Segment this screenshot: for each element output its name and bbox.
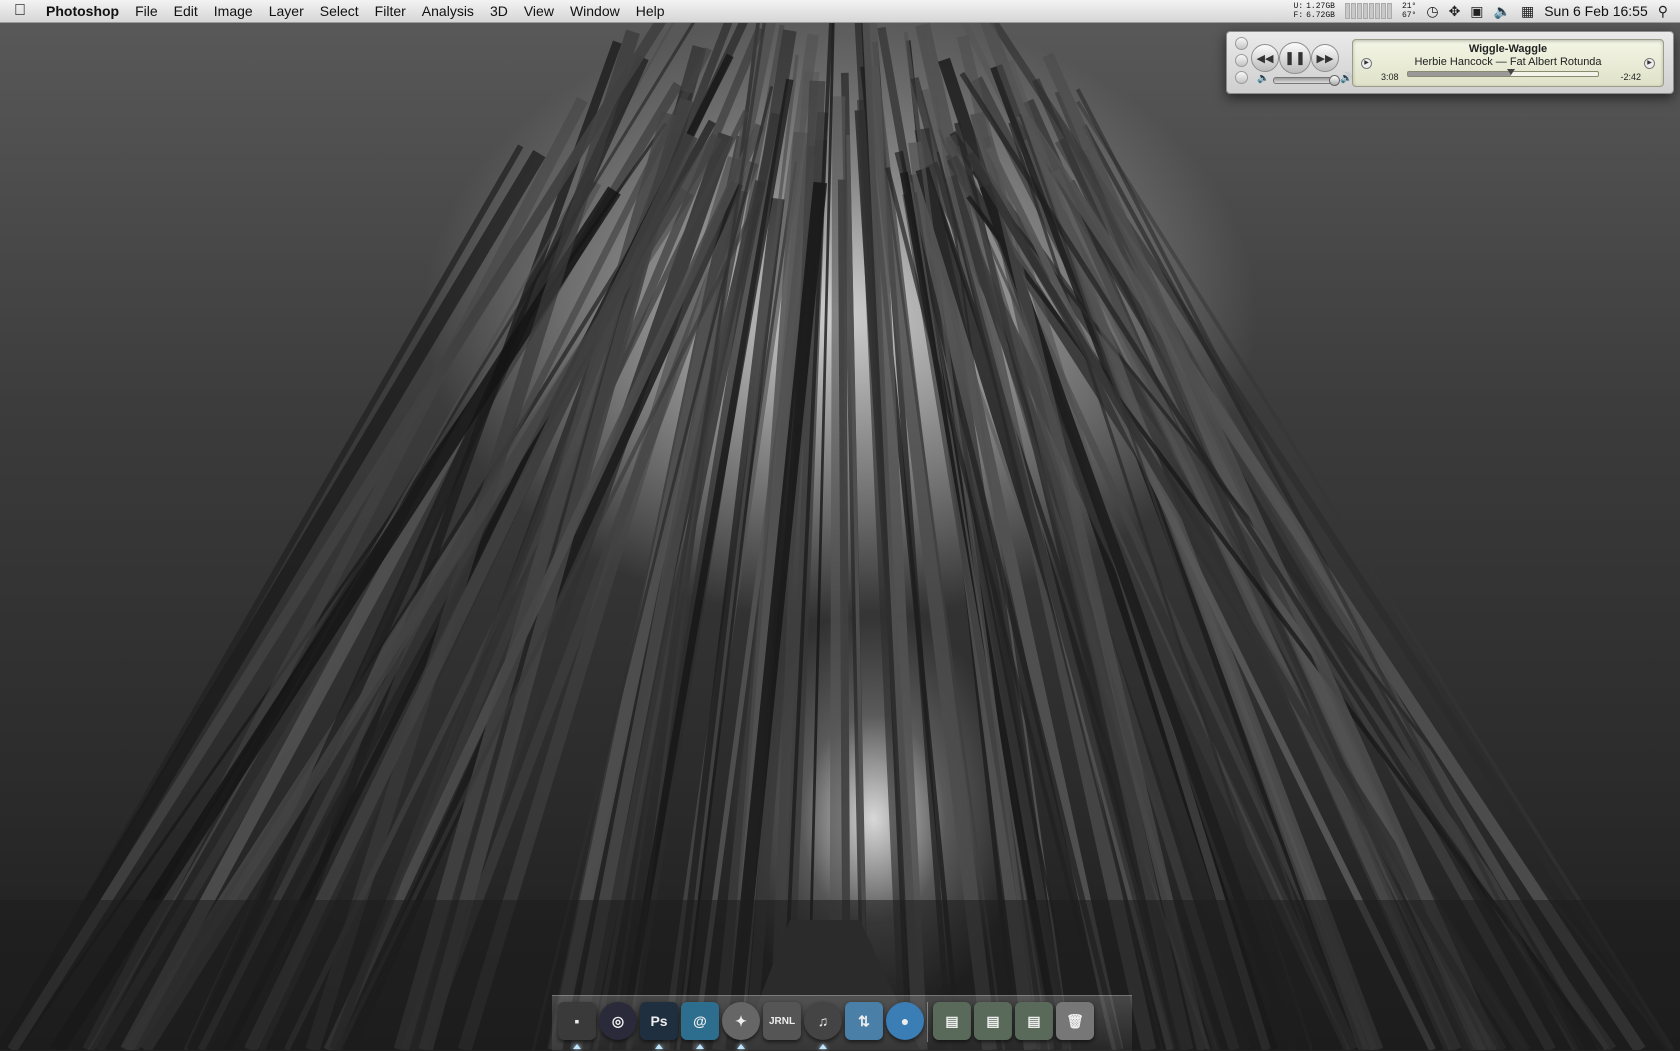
rewind-icon: ◀◀ bbox=[1256, 52, 1274, 65]
meter-bar bbox=[1356, 3, 1362, 19]
menu-extras: U: 1.27GB F: 6.72GB 21° 67° ◷ ✥ ▣ 🔈 ▦ Sun … bbox=[1294, 0, 1680, 22]
meter-bar bbox=[1374, 3, 1380, 19]
volume-slider[interactable] bbox=[1273, 75, 1340, 86]
zoom-button[interactable] bbox=[1235, 71, 1248, 84]
menu-3d[interactable]: 3D bbox=[482, 0, 516, 22]
track-artist-album: Herbie Hancock — Fat Albert Rotunda bbox=[1414, 56, 1602, 68]
activity-meter[interactable] bbox=[1344, 3, 1392, 19]
time-machine-icon[interactable]: ◷ bbox=[1426, 3, 1438, 20]
fast-forward-icon: ▶▶ bbox=[1316, 52, 1334, 65]
pause-icon: ❚❚ bbox=[1284, 50, 1306, 65]
previous-track-button[interactable]: ◀◀ bbox=[1251, 44, 1279, 72]
dock: ▪ ◎ Ps @ ✦ JRNL ♫ ⇅ ● ▤ ▤ ▤ 🗑 bbox=[552, 995, 1132, 1051]
stack-3-dock-icon[interactable]: ▤ bbox=[1015, 1002, 1053, 1040]
trash-dock-icon[interactable]: 🗑 bbox=[1056, 1002, 1094, 1040]
toggle-display-icon[interactable]: ▶ bbox=[1644, 58, 1655, 69]
mem-used-value: 1.27GB bbox=[1306, 2, 1335, 11]
finder-dock-icon[interactable]: ▪ bbox=[558, 1002, 596, 1040]
meter-bar bbox=[1380, 3, 1386, 19]
photoshop-dock-icon[interactable]: Ps bbox=[640, 1002, 678, 1040]
meter-bar bbox=[1368, 3, 1374, 19]
meter-bar bbox=[1362, 3, 1368, 19]
next-track-button[interactable]: ▶▶ bbox=[1311, 44, 1339, 72]
mem-label-used: U: bbox=[1293, 2, 1304, 11]
menu-window[interactable]: Window bbox=[562, 0, 628, 22]
menu-help[interactable]: Help bbox=[628, 0, 673, 22]
menu-view[interactable]: View bbox=[516, 0, 562, 22]
apple-icon[interactable]:  bbox=[0, 2, 40, 20]
meter-bar bbox=[1350, 3, 1356, 19]
volume-low-icon: 🔈 bbox=[1257, 73, 1270, 84]
running-indicator bbox=[655, 1044, 663, 1049]
running-indicator bbox=[696, 1044, 704, 1049]
quicktime-dock-icon[interactable]: ● bbox=[886, 1002, 924, 1040]
menu-filter[interactable]: Filter bbox=[367, 0, 414, 22]
menu-select[interactable]: Select bbox=[312, 0, 367, 22]
dropbox-icon[interactable]: ▣ bbox=[1470, 3, 1483, 20]
track-title: Wiggle-Waggle bbox=[1468, 43, 1548, 55]
menu-image[interactable]: Image bbox=[206, 0, 261, 22]
bamboo-forest-image bbox=[0, 0, 1680, 1050]
transmit-dock-icon[interactable]: ⇅ bbox=[845, 1002, 883, 1040]
running-indicator bbox=[737, 1044, 745, 1049]
calendar-icon[interactable]: ▦ bbox=[1521, 3, 1534, 20]
temp-value-2: 67° bbox=[1401, 11, 1417, 20]
spotlight-search-icon[interactable]: ⚲ bbox=[1658, 3, 1668, 20]
meter-bar bbox=[1386, 3, 1392, 19]
menu-edit[interactable]: Edit bbox=[166, 0, 206, 22]
progress-fill bbox=[1408, 72, 1511, 76]
running-indicator bbox=[573, 1044, 581, 1049]
memory-monitor[interactable]: U: 1.27GB F: 6.72GB bbox=[1294, 2, 1335, 20]
mem-free-value: 6.72GB bbox=[1306, 11, 1335, 20]
play-pause-button[interactable]: ❚❚ bbox=[1279, 42, 1311, 74]
aperture-dock-icon[interactable]: ◎ bbox=[599, 1002, 637, 1040]
menu-file[interactable]: File bbox=[127, 0, 166, 22]
playhead[interactable] bbox=[1506, 69, 1515, 75]
temp-value-1: 21° bbox=[1401, 2, 1417, 11]
stack-1-dock-icon[interactable]: ▤ bbox=[933, 1002, 971, 1040]
stack-2-dock-icon[interactable]: ▤ bbox=[974, 1002, 1012, 1040]
dock-separator bbox=[927, 1002, 928, 1042]
menu-analysis[interactable]: Analysis bbox=[414, 0, 482, 22]
minimize-button[interactable] bbox=[1235, 54, 1248, 67]
safari-dock-icon[interactable]: ✦ bbox=[722, 1002, 760, 1040]
spaces-icon[interactable]: ✥ bbox=[1449, 3, 1461, 20]
mem-label-free: F: bbox=[1293, 11, 1304, 20]
menu-bar:  Photoshop File Edit Image Layer Select… bbox=[0, 0, 1680, 23]
itunes-dock-icon[interactable]: ♫ bbox=[804, 1002, 842, 1040]
volume-icon[interactable]: 🔈 bbox=[1494, 3, 1511, 20]
menu-app-name[interactable]: Photoshop bbox=[40, 0, 127, 22]
remaining-time: -2:42 bbox=[1620, 72, 1641, 82]
close-button[interactable] bbox=[1235, 37, 1248, 50]
journler-dock-icon[interactable]: JRNL bbox=[763, 1002, 801, 1040]
menu-clock[interactable]: Sun 6 Feb 16:55 bbox=[1544, 3, 1648, 19]
meter-bar bbox=[1344, 3, 1350, 19]
mail-dock-icon[interactable]: @ bbox=[681, 1002, 719, 1040]
desktop-wallpaper bbox=[0, 0, 1680, 1050]
volume-knob[interactable] bbox=[1329, 75, 1340, 86]
temperature-monitor[interactable]: 21° 67° bbox=[1402, 2, 1416, 20]
volume-high-icon: 🔊 bbox=[1340, 73, 1353, 84]
track-progress-bar[interactable] bbox=[1407, 69, 1599, 77]
elapsed-time: 3:08 bbox=[1381, 72, 1399, 82]
now-playing-display: ▶ Wiggle-Waggle Herbie Hancock — Fat Alb… bbox=[1352, 39, 1664, 87]
menu-layer[interactable]: Layer bbox=[261, 0, 312, 22]
itunes-mini-player: ◀◀ ❚❚ ▶▶ 🔈 🔊 ▶ Wiggle-Waggle Herbie Hanc… bbox=[1226, 31, 1674, 94]
snapback-icon[interactable]: ▶ bbox=[1361, 58, 1372, 69]
running-indicator bbox=[819, 1044, 827, 1049]
